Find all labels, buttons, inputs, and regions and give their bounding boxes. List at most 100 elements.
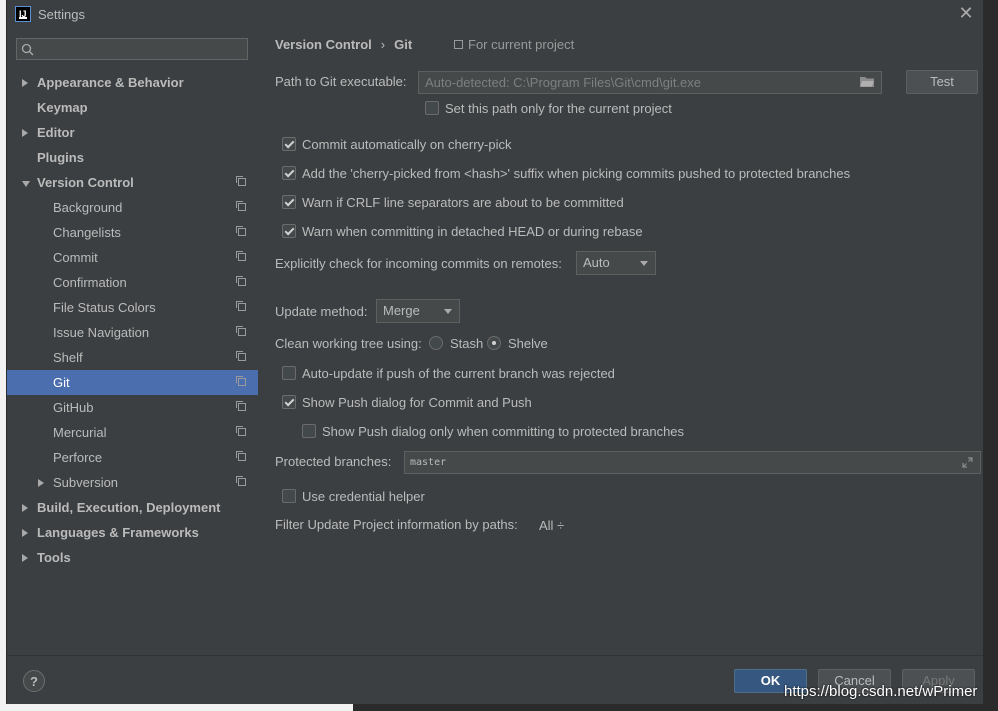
watermark: https://blog.csdn.net/wPrimer <box>784 683 978 700</box>
sidebar-item[interactable]: Background <box>7 195 258 220</box>
stash-radio[interactable] <box>429 336 443 350</box>
auto-update-label: Auto-update if push of the current branc… <box>302 366 615 381</box>
project-icon <box>236 226 246 236</box>
project-icon <box>236 351 246 361</box>
sidebar-item[interactable]: Keymap <box>7 95 258 120</box>
chevron-right-icon[interactable] <box>22 79 28 87</box>
incoming-commits-select[interactable]: Auto <box>576 251 656 275</box>
protected-branches-field[interactable]: master <box>404 451 981 474</box>
chevron-right-icon[interactable] <box>22 129 28 137</box>
git-settings-panel: Version Control › Git For current project … <box>258 28 983 655</box>
sidebar-item-label: Subversion <box>53 475 119 490</box>
sidebar-item[interactable]: Perforce <box>7 445 258 470</box>
credential-helper-label: Use credential helper <box>302 489 425 504</box>
protected-branches-label: Protected branches: <box>275 454 392 469</box>
sidebar-item[interactable]: Changelists <box>7 220 258 245</box>
sidebar-item[interactable]: Confirmation <box>7 270 258 295</box>
sidebar-item-label: Changelists <box>53 225 121 240</box>
sidebar-item[interactable]: Mercurial <box>7 420 258 445</box>
warn-crlf-label: Warn if CRLF line separators are about t… <box>302 195 624 210</box>
sidebar-item[interactable]: GitHub <box>7 395 258 420</box>
window-title: Settings <box>38 7 85 22</box>
sidebar-item-label: Git <box>53 375 70 390</box>
chevron-right-icon[interactable] <box>22 554 28 562</box>
sidebar-item[interactable]: Tools <box>7 545 258 570</box>
sidebar-item[interactable]: Subversion <box>7 470 258 495</box>
help-button[interactable]: ? <box>23 670 45 692</box>
sidebar-item[interactable]: Shelf <box>7 345 258 370</box>
incoming-commits-label: Explicitly check for incoming commits on… <box>275 256 562 271</box>
sidebar-item[interactable]: Version Control <box>7 170 258 195</box>
search-input[interactable] <box>16 38 248 60</box>
sidebar-item[interactable]: Build, Execution, Deployment <box>7 495 258 520</box>
warn-detached-head-checkbox[interactable] <box>282 224 296 238</box>
sidebar-item-label: Editor <box>37 125 75 140</box>
auto-update-checkbox[interactable] <box>282 366 296 380</box>
update-method-label: Update method: <box>275 304 368 319</box>
sidebar-item[interactable]: Plugins <box>7 145 258 170</box>
project-icon <box>236 176 246 186</box>
incoming-commits-value: Auto <box>583 255 610 270</box>
sidebar-item[interactable]: Editor <box>7 120 258 145</box>
folder-icon[interactable] <box>860 76 874 87</box>
breadcrumb-item[interactable]: Version Control <box>275 37 372 52</box>
sidebar-item-label: Appearance & Behavior <box>37 75 184 90</box>
for-current-project-label: For current project <box>454 37 574 52</box>
chevron-down-icon[interactable] <box>22 181 30 187</box>
sidebar-item[interactable]: Issue Navigation <box>7 320 258 345</box>
sidebar-item-label: Confirmation <box>53 275 127 290</box>
test-button[interactable]: Test <box>906 70 978 94</box>
sidebar-item-label: Keymap <box>37 100 88 115</box>
project-icon <box>236 426 246 436</box>
sidebar-item-label: Perforce <box>53 450 103 465</box>
search-icon <box>21 43 34 56</box>
sidebar-item[interactable]: Languages & Frameworks <box>7 520 258 545</box>
project-icon <box>454 40 463 49</box>
shelve-label: Shelve <box>508 336 548 351</box>
commit-on-cherry-pick-label: Commit automatically on cherry-pick <box>302 137 512 152</box>
sidebar-item[interactable]: Appearance & Behavior <box>7 70 258 95</box>
sidebar-item-label: Issue Navigation <box>53 325 150 340</box>
sidebar-item-label: Tools <box>37 550 71 565</box>
sidebar-item-label: Plugins <box>37 150 84 165</box>
sidebar-item-label: Mercurial <box>53 425 107 440</box>
chevron-right-icon[interactable] <box>38 479 44 487</box>
cherry-picked-suffix-checkbox[interactable] <box>282 166 296 180</box>
expand-icon[interactable] <box>962 457 973 468</box>
settings-sidebar: Appearance & Behavior Keymap Editor Plugins… <box>7 28 258 655</box>
show-push-protected-checkbox[interactable] <box>302 424 316 438</box>
settings-dialog: IJ Settings ✕ Appearance & Behavior Keyma… <box>7 0 983 704</box>
cherry-picked-suffix-label: Add the 'cherry-picked from <hash>' suff… <box>302 166 851 181</box>
show-push-protected-label: Show Push dialog only when committing to… <box>322 424 685 439</box>
chevron-right-icon[interactable] <box>22 529 28 537</box>
git-path-field[interactable]: Auto-detected: C:\Program Files\Git\cmd\… <box>418 71 882 94</box>
set-path-only-checkbox[interactable] <box>425 101 439 115</box>
sidebar-item-label: Background <box>53 200 123 215</box>
sidebar-item[interactable]: Commit <box>7 245 258 270</box>
close-icon[interactable]: ✕ <box>957 4 975 22</box>
credential-helper-checkbox[interactable] <box>282 489 296 503</box>
commit-on-cherry-pick-checkbox[interactable] <box>282 137 296 151</box>
sidebar-item-label: Build, Execution, Deployment <box>37 500 221 515</box>
project-icon <box>236 376 246 386</box>
filter-paths-dropdown[interactable]: All ÷ <box>539 518 564 533</box>
show-push-dialog-checkbox[interactable] <box>282 395 296 409</box>
sidebar-item-label: File Status Colors <box>53 300 156 315</box>
update-method-select[interactable]: Merge <box>376 299 460 323</box>
protected-branches-value: master <box>410 457 447 468</box>
breadcrumb: Version Control › Git <box>275 37 412 52</box>
sidebar-item[interactable]: File Status Colors <box>7 295 258 320</box>
chevron-down-icon <box>640 261 648 266</box>
shelve-radio[interactable] <box>487 336 501 350</box>
sidebar-item-label: Version Control <box>37 175 134 190</box>
breadcrumb-item: Git <box>394 37 413 52</box>
stash-label: Stash <box>450 336 484 351</box>
path-label: Path to Git executable: <box>275 74 407 89</box>
intellij-logo-icon: IJ <box>15 6 31 22</box>
sidebar-item[interactable]: Git <box>7 370 258 395</box>
sidebar-item-label: GitHub <box>53 400 94 415</box>
chevron-right-icon[interactable] <box>22 504 28 512</box>
project-icon <box>236 201 246 211</box>
warn-crlf-checkbox[interactable] <box>282 195 296 209</box>
set-path-only-label: Set this path only for the current proje… <box>445 101 672 116</box>
